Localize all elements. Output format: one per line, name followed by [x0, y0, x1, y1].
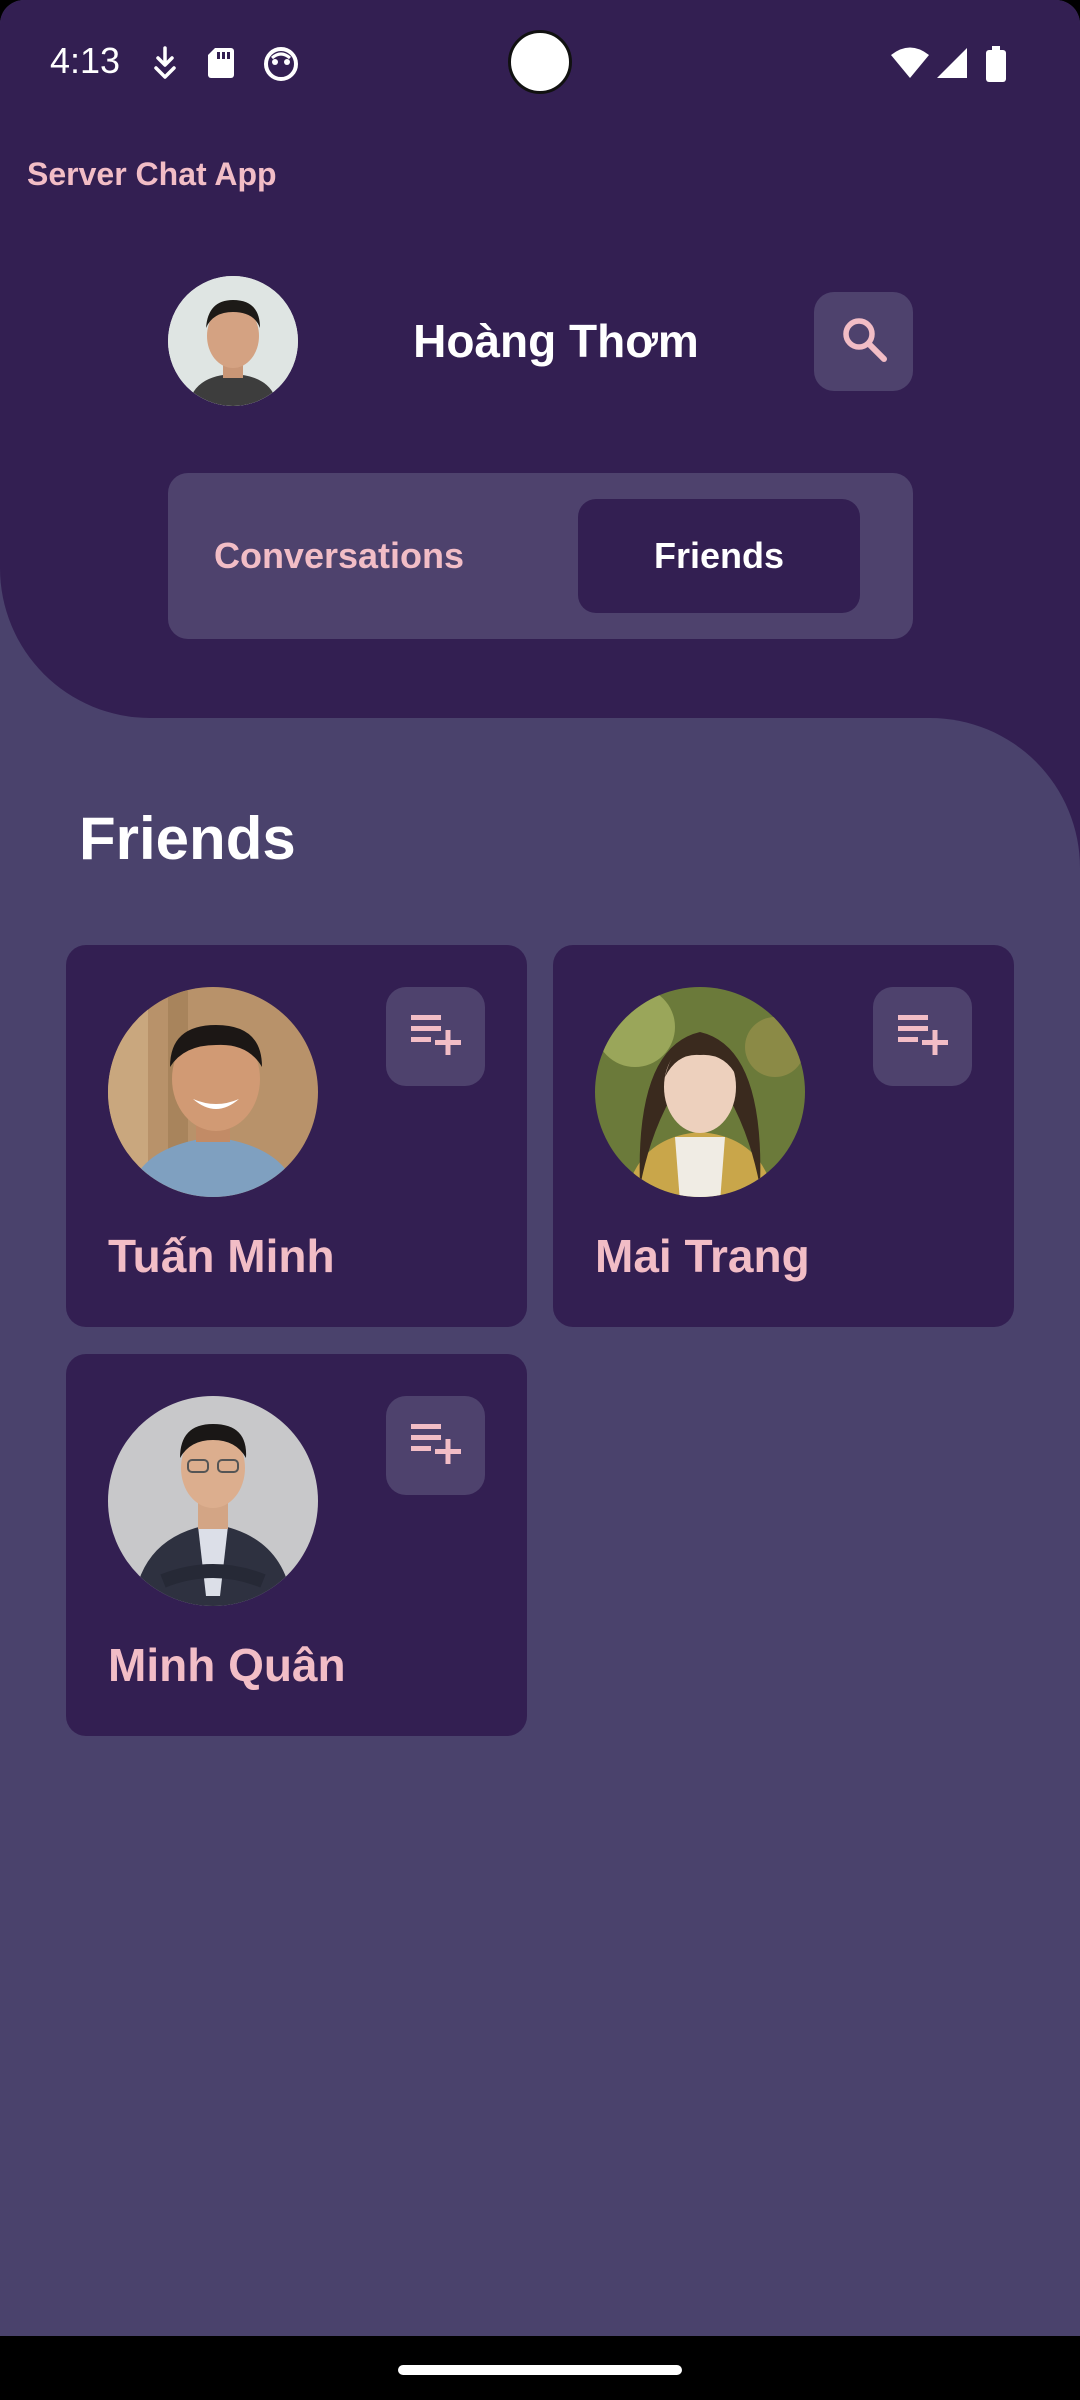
- tab-friends[interactable]: Friends: [578, 499, 860, 613]
- camera-cutout: [508, 30, 572, 94]
- add-to-list-button[interactable]: [386, 987, 485, 1086]
- playlist-add-icon: [409, 1013, 463, 1060]
- battery-icon: [985, 46, 1007, 87]
- signal-icon: [935, 46, 969, 85]
- tab-conversations[interactable]: Conversations: [194, 499, 484, 613]
- friend-avatar: [108, 987, 318, 1197]
- app-title: Server Chat App: [27, 156, 277, 192]
- friend-name: Minh Quân: [108, 1639, 346, 1691]
- home-gesture-handle[interactable]: [398, 2365, 682, 2375]
- app-screen: 4:13 Server Chat App Hoàng Thơm Conversa…: [0, 0, 1080, 2336]
- app-face-icon: [263, 46, 299, 87]
- friend-avatar: [108, 1396, 318, 1606]
- search-button[interactable]: [814, 292, 913, 391]
- sd-card-icon: [207, 46, 235, 85]
- friend-name: Mai Trang: [595, 1230, 810, 1282]
- add-to-list-button[interactable]: [873, 987, 972, 1086]
- friend-card[interactable]: Tuấn Minh: [66, 945, 527, 1327]
- playlist-add-icon: [409, 1422, 463, 1469]
- tab-switcher: Conversations Friends: [168, 473, 913, 639]
- playlist-add-icon: [896, 1013, 950, 1060]
- download-icon: [150, 46, 180, 85]
- friend-card[interactable]: Minh Quân: [66, 1354, 527, 1736]
- friend-name: Tuấn Minh: [108, 1230, 335, 1282]
- profile-name: Hoàng Thơm: [413, 315, 699, 367]
- search-icon: [838, 313, 890, 370]
- friend-card[interactable]: Mai Trang: [553, 945, 1014, 1327]
- status-bar: 4:13: [0, 0, 1080, 130]
- section-title: Friends: [79, 805, 296, 872]
- profile-avatar[interactable]: [168, 276, 298, 406]
- add-to-list-button[interactable]: [386, 1396, 485, 1495]
- friend-avatar: [595, 987, 805, 1197]
- wifi-icon: [890, 46, 930, 85]
- status-time: 4:13: [50, 40, 121, 81]
